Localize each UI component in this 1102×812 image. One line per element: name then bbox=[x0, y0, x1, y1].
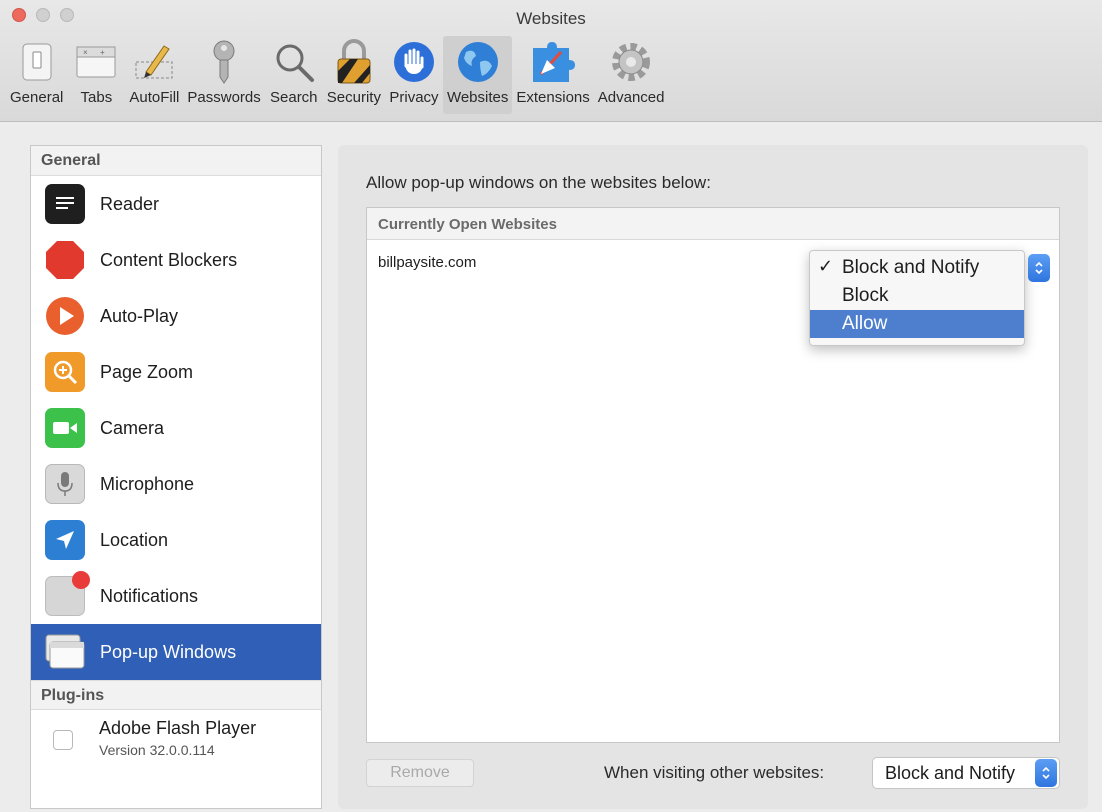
websites-table: Currently Open Websites billpaysite.com … bbox=[366, 207, 1060, 743]
sidebar-item-label: Content Blockers bbox=[100, 249, 238, 270]
sidebar-item-microphone[interactable]: Microphone bbox=[31, 456, 321, 512]
toolbar-label: Security bbox=[326, 89, 381, 106]
plugin-enable-checkbox[interactable] bbox=[53, 730, 73, 750]
up-down-chevron-icon bbox=[1035, 261, 1043, 275]
plugin-row-flash: Adobe Flash Player Version 32.0.0.114 bbox=[31, 710, 321, 780]
toolbar-label: Privacy bbox=[389, 89, 439, 106]
sidebar-item-label: Microphone bbox=[100, 473, 195, 494]
checkmark-icon: ✓ bbox=[818, 256, 834, 276]
window-title: Websites bbox=[516, 9, 586, 28]
puzzle-icon bbox=[528, 37, 578, 87]
svg-text:+: + bbox=[100, 48, 105, 57]
sidebar-item-notifications[interactable]: Notifications bbox=[31, 568, 321, 624]
toolbar-label: Tabs bbox=[80, 89, 113, 106]
toolbar-label: Websites bbox=[446, 89, 509, 106]
reader-icon bbox=[45, 184, 85, 224]
sidebar-section-plugins: Plug-ins bbox=[31, 680, 321, 710]
notification-badge-icon bbox=[72, 571, 90, 589]
menu-item-label: Block bbox=[842, 285, 889, 306]
other-websites-stepper[interactable] bbox=[1035, 759, 1057, 787]
toolbar-item-websites[interactable]: Websites bbox=[442, 36, 513, 114]
magnifier-icon bbox=[269, 37, 319, 87]
title-bar: Websites General × + Tabs AutoFill Passwo… bbox=[0, 0, 1102, 122]
sidebar-item-label: Camera bbox=[100, 417, 165, 438]
microphone-icon bbox=[45, 464, 85, 504]
toolbar-label: AutoFill bbox=[129, 89, 180, 106]
sidebar-item-auto-play[interactable]: Auto-Play bbox=[31, 288, 321, 344]
zoom-icon bbox=[45, 352, 85, 392]
toolbar-item-extensions[interactable]: Extensions bbox=[512, 36, 593, 114]
sidebar-item-content-blockers[interactable]: Content Blockers bbox=[31, 232, 321, 288]
popup-windows-icon bbox=[45, 632, 85, 672]
toolbar-label: Search bbox=[270, 89, 318, 106]
svg-text:×: × bbox=[83, 48, 88, 57]
globe-icon bbox=[453, 37, 503, 87]
sidebar-item-page-zoom[interactable]: Page Zoom bbox=[31, 344, 321, 400]
popup-select-stepper[interactable] bbox=[1028, 254, 1050, 282]
sidebar-item-label: Reader bbox=[100, 193, 160, 214]
autofill-pencil-icon bbox=[129, 37, 179, 87]
sidebar-item-reader[interactable]: Reader bbox=[31, 176, 321, 232]
sidebar: General Reader Content Blockers Auto-Pla… bbox=[30, 145, 322, 809]
other-websites-label: When visiting other websites: bbox=[604, 763, 825, 782]
sidebar-item-location[interactable]: Location bbox=[31, 512, 321, 568]
up-down-chevron-icon bbox=[1042, 766, 1050, 780]
play-icon bbox=[45, 296, 85, 336]
toolbar-item-general[interactable]: General bbox=[6, 36, 67, 114]
preferences-toolbar: General × + Tabs AutoFill Passwords Searc… bbox=[6, 36, 668, 116]
other-websites-select[interactable]: Block and Notify bbox=[872, 757, 1060, 789]
toolbar-label: Passwords bbox=[187, 89, 261, 106]
toolbar-item-privacy[interactable]: Privacy bbox=[385, 36, 443, 114]
plugin-version: Version 32.0.0.114 bbox=[99, 742, 215, 758]
plugin-name: Adobe Flash Player bbox=[99, 718, 257, 738]
toolbar-label: General bbox=[10, 89, 64, 106]
popup-setting-dropdown-menu: ✓ Block and Notify Block Allow bbox=[809, 250, 1025, 346]
toolbar-item-passwords[interactable]: Passwords bbox=[183, 36, 264, 114]
sidebar-item-label: Pop-up Windows bbox=[100, 641, 237, 662]
sidebar-item-camera[interactable]: Camera bbox=[31, 400, 321, 456]
main-panel: Allow pop-up windows on the websites bel… bbox=[338, 145, 1088, 809]
menu-item-allow[interactable]: Allow bbox=[810, 310, 1024, 338]
sidebar-item-label: Page Zoom bbox=[100, 361, 194, 382]
menu-item-block[interactable]: Block bbox=[810, 282, 1024, 310]
stop-sign-icon bbox=[45, 240, 85, 280]
toolbar-item-tabs[interactable]: × + Tabs bbox=[67, 36, 125, 114]
tabs-icon: × + bbox=[71, 37, 121, 87]
remove-button[interactable]: Remove bbox=[366, 759, 474, 787]
sidebar-item-label: Location bbox=[100, 529, 169, 550]
menu-item-block-and-notify[interactable]: ✓ Block and Notify bbox=[810, 254, 1024, 282]
toolbar-item-search[interactable]: Search bbox=[265, 36, 323, 114]
popup-settings-heading: Allow pop-up windows on the websites bel… bbox=[366, 173, 711, 192]
other-websites-value: Block and Notify bbox=[885, 763, 1016, 783]
sidebar-item-popup-windows[interactable]: Pop-up Windows bbox=[31, 624, 321, 680]
general-switch-icon bbox=[12, 37, 62, 87]
plugin-info: Adobe Flash Player Version 32.0.0.114 bbox=[99, 718, 256, 758]
hand-icon bbox=[389, 37, 439, 87]
toolbar-item-advanced[interactable]: Advanced bbox=[594, 36, 669, 114]
sidebar-item-label: Notifications bbox=[100, 585, 199, 606]
location-arrow-icon bbox=[45, 520, 85, 560]
table-header-currently-open: Currently Open Websites bbox=[367, 208, 1059, 240]
sidebar-section-general: General bbox=[31, 146, 321, 176]
toolbar-item-autofill[interactable]: AutoFill bbox=[125, 36, 183, 114]
key-icon bbox=[199, 37, 249, 87]
sidebar-item-label: Auto-Play bbox=[100, 305, 179, 326]
toolbar-label: Advanced bbox=[597, 89, 665, 106]
gear-icon bbox=[606, 37, 656, 87]
menu-item-label: Allow bbox=[842, 313, 888, 334]
camera-icon bbox=[45, 408, 85, 448]
menu-item-label: Block and Notify bbox=[842, 257, 980, 278]
toolbar-item-security[interactable]: Security bbox=[323, 36, 385, 114]
website-domain: billpaysite.com bbox=[378, 254, 477, 271]
toolbar-label: Extensions bbox=[516, 89, 590, 106]
padlock-icon bbox=[329, 37, 379, 87]
notifications-icon bbox=[45, 571, 90, 616]
